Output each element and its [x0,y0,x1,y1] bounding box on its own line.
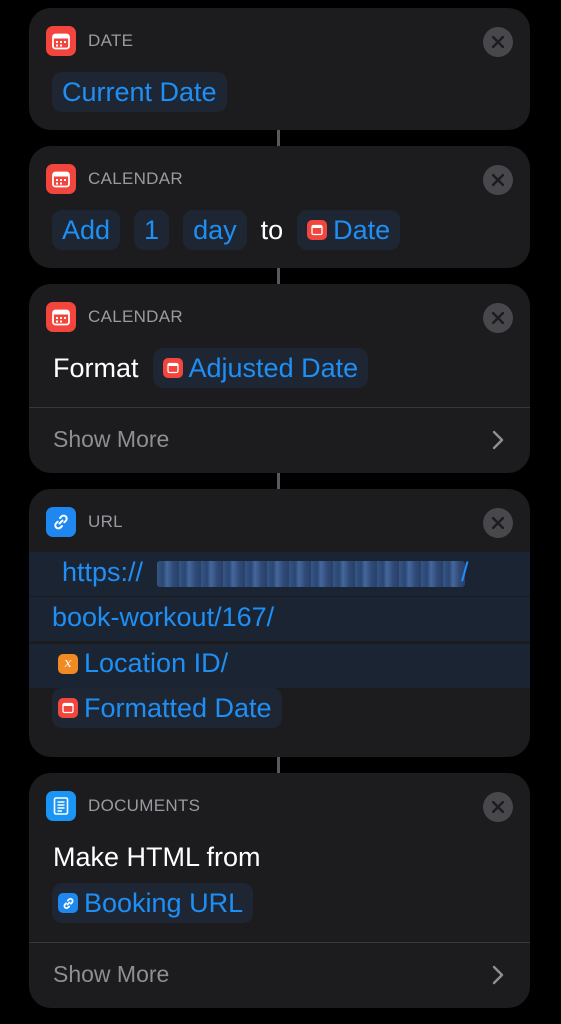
booking-url-label: Booking URL [84,887,244,918]
card-header: CALENDAR [46,302,183,332]
remove-action-button[interactable] [483,303,513,333]
action-category-label: DATE [88,31,134,50]
calendar-icon [46,302,76,332]
current-date-token[interactable]: Current Date [52,72,227,112]
date-variable-token[interactable]: Date [297,210,401,250]
action-category-label: DOCUMENTS [88,796,201,815]
show-more-row[interactable]: Show More [29,408,530,473]
to-label: to [260,214,284,245]
close-icon [492,801,504,813]
action-description: Make HTML from [53,836,275,878]
location-id-label: Location ID [84,648,221,678]
calendar-icon [162,358,183,378]
remove-action-button[interactable] [483,508,513,538]
formatted-date-token[interactable]: Formatted Date [52,688,282,728]
card-header: URL [46,507,123,537]
calendar-icon [46,26,76,56]
booking-url-token[interactable]: Booking URL [52,883,254,923]
document-icon [46,791,76,821]
url-slash: / [461,557,469,587]
chevron-right-icon [492,965,504,985]
calendar-icon [58,698,78,718]
flow-connector [277,130,280,146]
url-slash: / [220,648,229,678]
flow-connector [277,268,280,284]
close-icon [492,312,504,324]
action-category-label: URL [88,512,123,531]
action-parameters: Current Date [52,71,241,113]
action-parameters: Format Adjusted Date [53,347,382,389]
card-header: CALENDAR [46,164,183,194]
card-header: DATE [46,26,133,56]
action-card-make-html[interactable]: DOCUMENTS Make HTML from Booking URL Sho… [29,773,530,1008]
make-html-label: Make HTML from [53,841,261,872]
close-icon [492,36,504,48]
remove-action-button[interactable] [483,27,513,57]
formatted-date-label: Formatted Date [84,692,272,723]
url-text-field[interactable]: https:// / book-workout/167/ x Location … [29,552,530,732]
calendar-icon [307,220,328,240]
remove-action-button[interactable] [483,165,513,195]
action-parameters: Booking URL [52,882,267,924]
show-more-label: Show More [53,961,170,987]
unit-token[interactable]: day [183,210,247,250]
show-more-label: Show More [53,426,170,452]
card-header: DOCUMENTS [46,791,200,821]
url-scheme: https:// [62,557,144,587]
action-card-url[interactable]: URL https:// / book-workout/167/ x Locat… [29,489,530,757]
action-parameters: Add 1 day to Date [52,209,414,251]
action-card-adjust-date[interactable]: CALENDAR Add 1 day to Date [29,146,530,268]
flow-connector [277,473,280,489]
chevron-right-icon [492,430,504,450]
adjusted-date-label: Adjusted Date [188,352,359,383]
remove-action-button[interactable] [483,792,513,822]
action-category-label: CALENDAR [88,169,183,188]
link-icon [46,507,76,537]
date-variable-label: Date [333,214,391,245]
close-icon [492,517,504,529]
calendar-icon [46,164,76,194]
redacted-host [157,561,465,587]
link-icon [58,893,78,913]
action-card-format-date[interactable]: CALENDAR Format Adjusted Date Show More [29,284,530,473]
action-card-date[interactable]: DATE Current Date [29,8,530,130]
amount-token[interactable]: 1 [134,210,170,250]
url-path: book-workout/167/ [52,602,275,632]
format-label: Format [53,352,139,383]
show-more-row[interactable]: Show More [29,943,530,1008]
location-id-token[interactable]: x Location ID / [58,648,228,679]
operation-token[interactable]: Add [52,210,121,250]
flow-connector [277,757,280,773]
action-category-label: CALENDAR [88,307,183,326]
variable-icon: x [58,653,78,674]
adjusted-date-token[interactable]: Adjusted Date [152,348,369,388]
close-icon [492,174,504,186]
